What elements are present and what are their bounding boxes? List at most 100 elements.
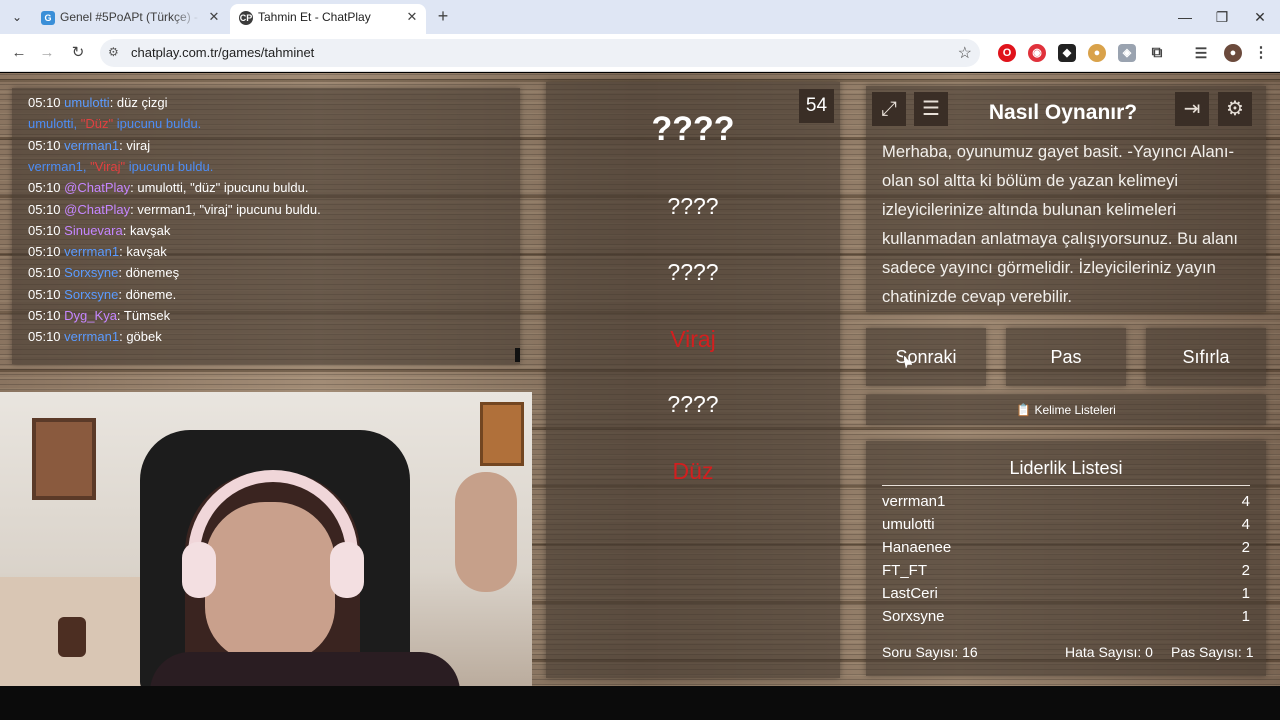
hint-word-found: Viraj — [670, 326, 716, 352]
chat-message: 05:10 Sorxsyne: döneme. — [28, 287, 176, 302]
player-name: Sorxsyne — [882, 608, 945, 625]
orange-extension-icon[interactable]: ● — [1088, 44, 1106, 62]
tab-strip: ⌄ G Genel #5PoAPt (Türkçe) - Gartic ✕ CP… — [0, 0, 1280, 34]
player-name: Hanaenee — [882, 539, 952, 556]
chat-message: 05:10 verrman1: kavşak — [28, 244, 167, 259]
hint-word-found: Düz — [672, 458, 714, 484]
chat-text: : döneme. — [118, 286, 177, 302]
chat-username: Sinuevara — [64, 222, 123, 238]
player-score: 1 — [1241, 585, 1250, 602]
shield-extension-icon[interactable]: ◈ — [1118, 44, 1136, 62]
leaderboard-title: Liderlik Listesi — [882, 458, 1250, 486]
address-bar[interactable]: ⚙ chatplay.com.tr/games/tahminet ☆ — [100, 39, 980, 67]
player-name: verrman1 — [882, 493, 946, 510]
wall-painting — [32, 418, 96, 500]
tab-chatplay[interactable]: CP Tahmin Et - ChatPlay ✕ — [230, 4, 426, 34]
target-word: ???? — [651, 110, 735, 148]
chat-username: umulotti — [64, 95, 110, 110]
wall-painting — [480, 402, 524, 466]
close-tab-icon[interactable]: ✕ — [404, 4, 420, 30]
chat-time: 05:10 — [28, 286, 61, 302]
word-lists-button[interactable]: 📋 Kelime Listeleri — [866, 395, 1266, 425]
browser-menu-icon[interactable]: ⋮ — [1252, 44, 1270, 62]
tab-title: Tahmin Et - ChatPlay — [258, 10, 371, 24]
extensions-puzzle-icon[interactable]: ⧉ — [1148, 44, 1166, 62]
headset-earcup — [182, 542, 216, 598]
chat-username: Sorxsyne — [64, 286, 119, 302]
chat-time: 05:10 — [28, 95, 61, 110]
pass-button[interactable]: Pas — [1006, 328, 1126, 386]
chat-notice: verrman1, "Viraj" ipucunu buldu. — [28, 158, 214, 174]
chat-text: : verrman1, "viraj" ipucunu buldu. — [130, 201, 321, 217]
profile-avatar[interactable]: ● — [1224, 44, 1242, 62]
chat-time: 05:10 — [28, 180, 61, 196]
clipboard-icon: 📋 — [1016, 403, 1035, 417]
how-to-play-title: Nasıl Oynanır? — [988, 101, 1138, 124]
chat-username: verrman1 — [64, 137, 120, 153]
streamer-hand — [455, 472, 517, 592]
chat-scrollbar[interactable] — [515, 348, 520, 362]
chat-username: Dyg_Kya — [64, 308, 117, 323]
forward-icon[interactable]: → — [36, 42, 58, 64]
chat-username: Sorxsyne — [64, 265, 119, 281]
chat-text: : umulotti, "düz" ipucunu buldu. — [130, 180, 309, 196]
chat-message: 05:10 Sinuevara: kavşak — [28, 223, 170, 238]
restore-icon[interactable]: ❐ — [1207, 6, 1237, 28]
player-score: 2 — [1241, 539, 1250, 556]
chat-time: 05:10 — [28, 244, 61, 260]
window-close-icon[interactable]: ✕ — [1245, 6, 1275, 28]
chat-message: 05:10 @ChatPlay: verrman1, "viraj" ipucu… — [28, 202, 321, 217]
tab-search-icon[interactable]: ⌄ — [6, 7, 28, 27]
word-lists-label: Kelime Listeleri — [1034, 403, 1116, 417]
reload-icon[interactable]: ↻ — [67, 42, 89, 64]
chat-username: @ChatPlay — [64, 201, 131, 217]
chat-username: @ChatPlay — [64, 180, 131, 196]
chat-text: : kavşak — [122, 222, 171, 238]
media-control-icon[interactable]: ☰ — [1192, 44, 1210, 62]
chat-notice: umulotti, "Düz" ipucunu buldu. — [28, 116, 202, 132]
record-extension-icon[interactable]: ◉ — [1028, 44, 1046, 62]
vase — [58, 617, 86, 657]
chat-text: : viraj — [119, 137, 151, 153]
settings-gear-icon[interactable]: ⚙ — [1218, 92, 1252, 126]
new-tab-icon[interactable]: + — [432, 6, 454, 28]
chat-username: verrman1 — [64, 244, 120, 260]
chat-message: 05:10 Sorxsyne: dönemeş — [28, 265, 179, 280]
chat-time: 05:10 — [28, 308, 61, 323]
chat-text: : kavşak — [119, 244, 167, 260]
tab-title: Genel #5PoAPt (Türkçe) - Gartic — [60, 10, 200, 24]
chat-message: 05:10 verrman1: göbek — [28, 329, 162, 344]
back-icon[interactable]: ← — [8, 42, 30, 64]
player-score: 2 — [1241, 562, 1250, 579]
document-icon[interactable]: ☰ — [914, 92, 948, 126]
player-name: umulotti — [882, 516, 935, 533]
opera-extension-icon[interactable]: O — [998, 44, 1016, 62]
chat-text: : düz çizgi — [109, 95, 168, 110]
chat-text: : göbek — [119, 329, 162, 345]
chat-message: 05:10 @ChatPlay: umulotti, "düz" ipucunu… — [28, 180, 308, 195]
how-to-play-text: Merhaba, oyunumuz gayet basit. -Yayıncı … — [882, 142, 1239, 306]
tab-gartic[interactable]: G Genel #5PoAPt (Türkçe) - Gartic ✕ — [32, 4, 228, 34]
browser-toolbar: ← → ↻ ⚙ chatplay.com.tr/games/tahminet ☆… — [0, 34, 1280, 72]
player-name: FT_FT — [882, 562, 927, 579]
site-info-icon[interactable]: ⚙ — [108, 45, 119, 59]
minimize-icon[interactable]: — — [1170, 6, 1200, 28]
bookmark-star-icon[interactable]: ☆ — [958, 43, 972, 63]
chat-time: 05:10 — [28, 265, 61, 281]
reset-button[interactable]: Sıfırla — [1146, 328, 1266, 386]
pass-count: Pas Sayısı: 1 — [1171, 644, 1254, 660]
chat-text: : dönemeş — [118, 265, 180, 281]
hint-word: ???? — [667, 259, 719, 285]
url-text[interactable]: chatplay.com.tr/games/tahminet — [131, 39, 314, 67]
next-button[interactable]: Sonraki — [866, 328, 986, 386]
chat-text: : Tümsek — [116, 308, 171, 323]
chat-username: verrman1 — [64, 329, 120, 345]
bottom-black-bar — [0, 686, 1280, 720]
close-tab-icon[interactable]: ✕ — [206, 4, 222, 30]
dark-extension-icon[interactable]: ◆ — [1058, 44, 1076, 62]
fullscreen-icon[interactable]: ⤢ — [872, 92, 906, 126]
player-score: 1 — [1241, 608, 1250, 625]
word-panel — [546, 82, 840, 678]
chat-message: 05:10 Dyg_Kya: Tümsek — [28, 308, 170, 323]
logout-icon[interactable]: ⇥ — [1175, 92, 1209, 126]
